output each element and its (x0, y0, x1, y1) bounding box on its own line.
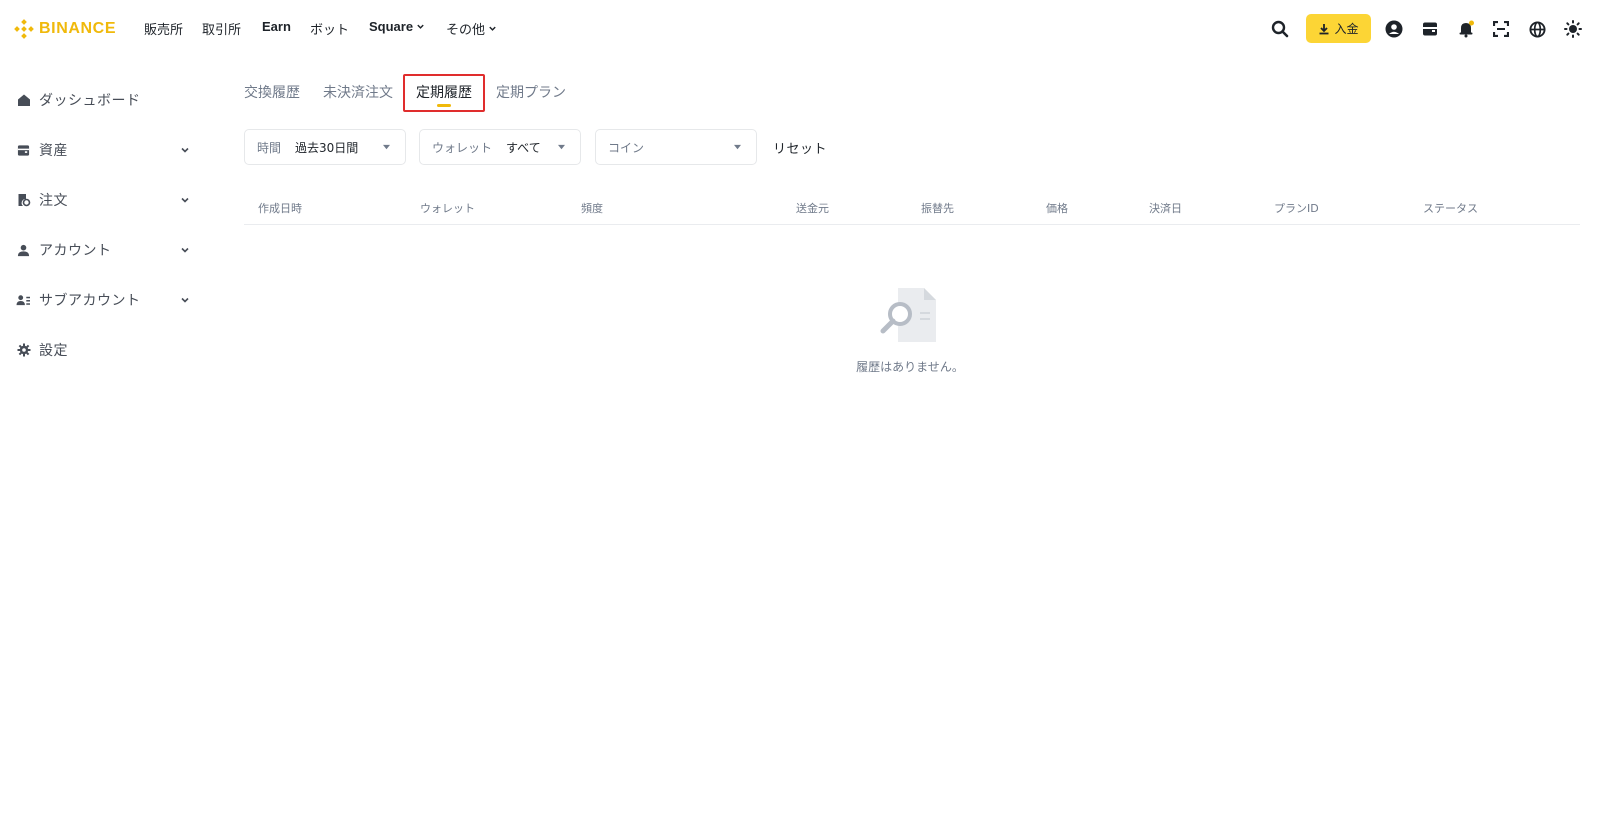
theme-button[interactable] (1562, 18, 1584, 40)
nav-item-label: ボット (310, 23, 350, 38)
table-header-divider (244, 224, 1580, 225)
nav-item-hanbaijo[interactable]: 販売所 (144, 19, 183, 38)
sidebar-item-subaccount[interactable]: サブアカウント (16, 289, 191, 311)
tab-label: 未決済注文 (323, 85, 393, 101)
coin-filter-select[interactable]: コイン (595, 129, 757, 165)
qr-scan-icon (1493, 21, 1509, 37)
orders-icon (16, 193, 31, 208)
profile-icon (1385, 20, 1403, 38)
column-header[interactable]: プランID (1274, 200, 1319, 216)
column-header[interactable]: 価格 (1046, 200, 1068, 216)
home-icon (16, 93, 31, 108)
search-button[interactable] (1269, 18, 1291, 40)
column-header[interactable]: 決済日 (1149, 200, 1182, 216)
chevron-down-icon (181, 297, 189, 303)
coin-filter-placeholder: コイン (608, 140, 645, 155)
chevron-down-icon (181, 247, 189, 253)
deposit-label: 入金 (1334, 22, 1359, 36)
tab-label: 定期プラン (496, 85, 566, 101)
sidebar-item-dashboard[interactable]: ダッシュボード (16, 89, 191, 111)
caret-down-icon (734, 144, 741, 150)
profile-button[interactable] (1383, 18, 1405, 40)
tab-exchange-history[interactable]: 交換履歴 (244, 82, 300, 102)
time-filter-select[interactable]: 時間 過去30日間 (244, 129, 406, 165)
time-filter-value: 過去30日間 (295, 140, 359, 155)
sidebar-item-label: アカウント (39, 243, 112, 259)
sidebar-item-label: 設定 (39, 343, 68, 359)
deposit-button[interactable]: 入金 (1306, 14, 1371, 43)
bell-icon (1459, 20, 1474, 38)
tab-recurring-plans[interactable]: 定期プラン (496, 82, 566, 102)
gear-icon (16, 343, 31, 358)
nav-item-label: Square (369, 19, 414, 34)
empty-state-message: 履歴はありません。 (856, 360, 964, 374)
sidebar-item-label: サブアカウント (39, 293, 141, 309)
search-icon (1271, 20, 1289, 38)
column-header[interactable]: 振替先 (921, 200, 954, 216)
chevron-down-icon (489, 26, 496, 31)
reset-button[interactable]: リセット (773, 138, 827, 157)
column-header[interactable]: 送金元 (796, 200, 829, 216)
top-navigation: BINANCE 販売所 取引所 Earn ボット Square その他 入金 (0, 0, 1600, 58)
wallet-icon (1423, 22, 1437, 36)
chevron-down-icon (181, 197, 189, 203)
sidebar-item-label: ダッシュボード (39, 93, 141, 109)
sidebar-item-label: 注文 (39, 193, 68, 209)
sidebar-item-label: 資産 (39, 143, 68, 159)
tab-open-orders[interactable]: 未決済注文 (323, 82, 393, 102)
nav-item-label: その他 (446, 23, 486, 38)
download-icon (1319, 23, 1329, 34)
notifications-button[interactable] (1455, 18, 1477, 40)
time-filter-label: 時間 (257, 140, 282, 155)
caret-down-icon (383, 144, 390, 150)
sidebar-item-settings[interactable]: 設定 (16, 339, 191, 361)
wallet-filter-select[interactable]: ウォレット すべて (419, 129, 581, 165)
wallet-button[interactable] (1419, 18, 1441, 40)
chevron-down-icon (417, 24, 424, 29)
sidebar-item-assets[interactable]: 資産 (16, 139, 191, 161)
column-header[interactable]: 頻度 (581, 200, 603, 216)
nav-item-label: 販売所 (144, 23, 184, 38)
caret-down-icon (558, 144, 565, 150)
wallet-filter-label: ウォレット (432, 140, 493, 155)
nav-item-earn[interactable]: Earn (262, 19, 291, 34)
nav-item-torihikijo[interactable]: 取引所 (202, 19, 241, 38)
binance-logo[interactable]: BINANCE (14, 17, 116, 41)
tab-highlight-box (403, 74, 485, 112)
nav-item-more[interactable]: その他 (446, 19, 497, 38)
scan-button[interactable] (1490, 18, 1512, 40)
subaccount-icon (16, 293, 31, 308)
binance-logo-icon (14, 19, 34, 39)
nav-item-label: 取引所 (202, 23, 242, 38)
globe-icon (1528, 20, 1546, 38)
language-button[interactable] (1526, 18, 1548, 40)
sidebar-item-orders[interactable]: 注文 (16, 189, 191, 211)
column-header[interactable]: ウォレット (420, 200, 475, 216)
column-header[interactable]: ステータス (1423, 200, 1478, 216)
nav-item-square[interactable]: Square (369, 19, 425, 34)
wallet-filter-value: すべて (506, 140, 541, 155)
tab-label: 交換履歴 (244, 85, 300, 101)
nav-item-bot[interactable]: ボット (310, 19, 349, 38)
chevron-down-icon (181, 147, 189, 153)
binance-logo-text: BINANCE (39, 20, 117, 37)
sidebar-item-account[interactable]: アカウント (16, 239, 191, 261)
empty-search-icon (880, 288, 936, 342)
nav-item-label: Earn (262, 19, 291, 34)
column-header[interactable]: 作成日時 (258, 200, 302, 216)
wallet-icon (16, 143, 31, 158)
user-icon (16, 243, 31, 258)
theme-toggle-icon (1564, 20, 1582, 38)
